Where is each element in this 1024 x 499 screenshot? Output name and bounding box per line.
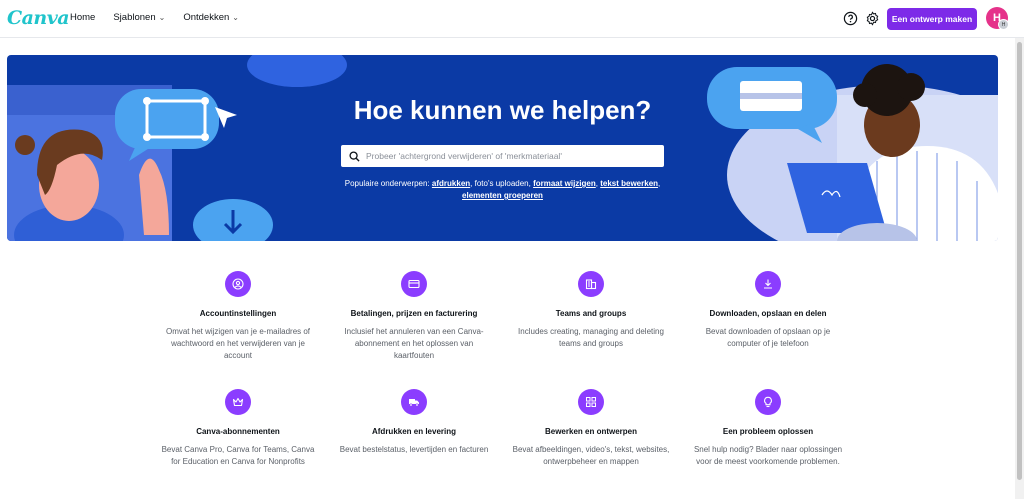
category-payments[interactable]: Betalingen, prijzen en facturering Inclu… — [334, 271, 494, 362]
category-description: Bevat downloaden of opslaan op je comput… — [705, 327, 831, 348]
hero-banner: Hoe kunnen we helpen? Populaire onderwer… — [7, 55, 998, 241]
nav-home-label: Home — [70, 12, 96, 23]
category-download[interactable]: Downloaden, opslaan en delen Bevat downl… — [688, 271, 848, 350]
category-title: Downloaden, opslaan en delen — [709, 309, 827, 318]
scrollbar-thumb[interactable] — [1017, 42, 1022, 480]
grid-icon — [578, 389, 604, 415]
category-title: Afdrukken en levering — [371, 427, 457, 436]
lightbulb-icon — [755, 389, 781, 415]
create-design-button[interactable]: Een ontwerp maken — [887, 8, 977, 30]
popular-label: Populaire onderwerpen: — [344, 179, 430, 188]
category-description: Bevat afbeeldingen, video's, tekst, webs… — [512, 445, 670, 466]
category-description: Snel hulp nodig? Blader naar oplossingen… — [693, 445, 843, 466]
category-title: Bewerken en ontwerpen — [544, 427, 638, 436]
category-title: Canva-abonnementen — [196, 427, 280, 436]
category-description: Omvat het wijzigen van je e-mailadres of… — [165, 327, 311, 360]
category-subscriptions[interactable]: Canva-abonnementen Bevat Canva Pro, Canv… — [158, 389, 318, 468]
help-search-bar[interactable] — [341, 145, 664, 167]
nav-ontdekken-label: Ontdekken — [183, 12, 230, 23]
category-editing[interactable]: Bewerken en ontwerpen Bevat afbeeldingen… — [511, 389, 671, 468]
nav-sjablonen-label: Sjablonen — [113, 12, 156, 23]
category-description: Includes creating, managing and deleting… — [518, 327, 664, 348]
search-input[interactable] — [366, 151, 656, 161]
nav-ontdekken[interactable]: Ontdekken ⌄ — [183, 12, 239, 23]
nav-home[interactable]: Home — [70, 12, 95, 23]
topic-text-uploaden: foto's uploaden — [474, 179, 529, 188]
category-account[interactable]: Accountinstellingen Omvat het wijzigen v… — [158, 271, 318, 362]
avatar-badge: H — [998, 19, 1009, 30]
category-troubleshoot[interactable]: Een probleem oplossen Snel hulp nodig? B… — [688, 389, 848, 468]
scrollbar[interactable] — [1015, 38, 1024, 499]
top-navigation-bar: Canva Home Sjablonen ⌄ Ontdekken ⌄ Een ont… — [0, 0, 1024, 38]
search-icon — [349, 150, 360, 162]
category-printing[interactable]: Afdrukken en levering Bevat bestelstatus… — [334, 389, 494, 456]
topic-link-groeperen[interactable]: elementen groeperen — [462, 191, 543, 200]
chevron-down-icon: ⌄ — [158, 13, 166, 22]
category-title: Een probleem oplossen — [722, 427, 814, 436]
category-description: Bevat bestelstatus, levertijden en factu… — [339, 445, 489, 454]
question-circle-icon[interactable] — [843, 11, 858, 26]
category-title: Teams and groups — [555, 309, 627, 318]
category-description: Inclusief het annuleren van een Canva-ab… — [344, 327, 484, 360]
chevron-down-icon: ⌄ — [232, 13, 239, 22]
main-nav: Home Sjablonen ⌄ Ontdekken ⌄ — [70, 12, 239, 23]
credit-card-icon — [401, 271, 427, 297]
category-description: Bevat Canva Pro, Canva for Teams, Canva … — [161, 445, 315, 466]
canva-logo[interactable]: Canva — [7, 7, 70, 29]
topic-link-formaat[interactable]: formaat wijzigen — [533, 179, 596, 188]
nav-sjablonen[interactable]: Sjablonen ⌄ — [113, 12, 165, 23]
category-title: Betalingen, prijzen en facturering — [350, 309, 478, 318]
truck-icon — [401, 389, 427, 415]
popular-topics: Populaire onderwerpen: afdrukken, foto's… — [344, 179, 661, 200]
page-title: Hoe kunnen we helpen? — [353, 95, 652, 125]
account-icon — [225, 271, 251, 297]
topic-link-afdrukken[interactable]: afdrukken — [432, 179, 470, 188]
category-title: Accountinstellingen — [199, 309, 277, 318]
topic-link-tekst[interactable]: tekst bewerken — [600, 179, 658, 188]
crown-icon — [225, 389, 251, 415]
category-teams[interactable]: Teams and groups Includes creating, mana… — [511, 271, 671, 350]
building-icon — [578, 271, 604, 297]
download-icon — [755, 271, 781, 297]
gear-icon[interactable] — [865, 11, 880, 26]
